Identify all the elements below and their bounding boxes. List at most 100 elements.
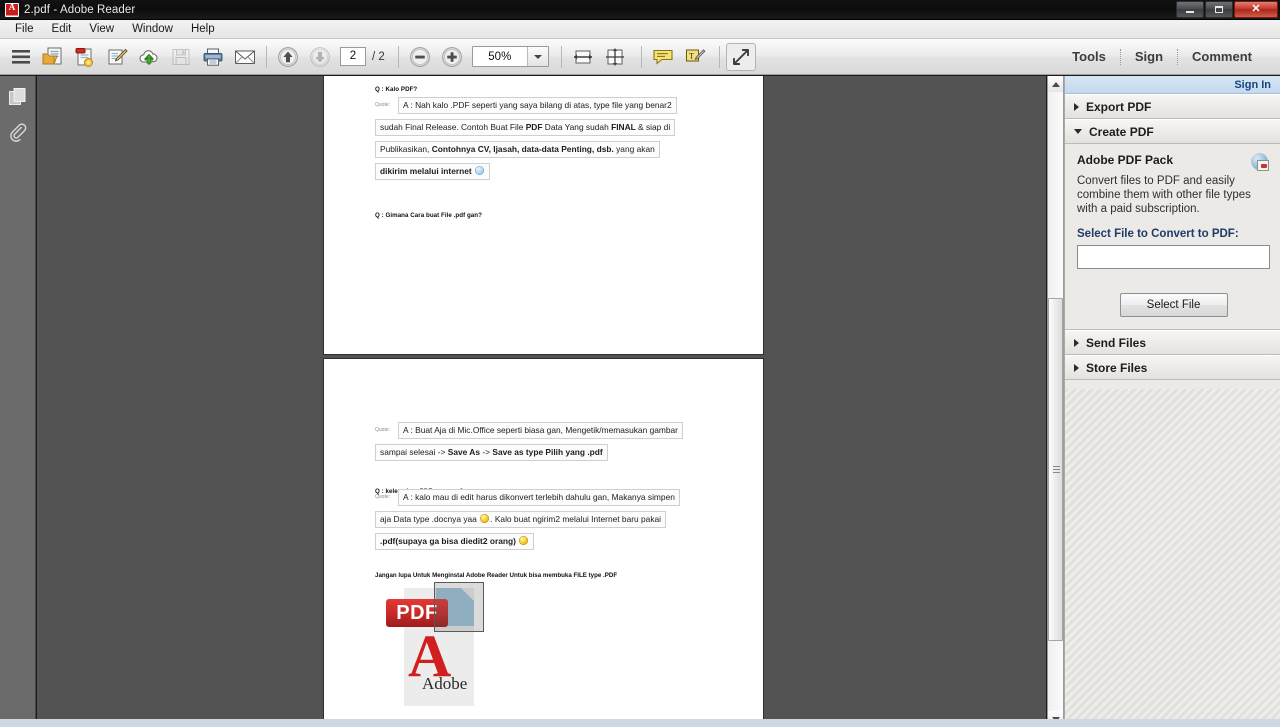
select-file-button[interactable]: Select File	[1119, 293, 1228, 317]
panel-empty-area	[1065, 389, 1280, 727]
accordion-export-pdf[interactable]: Export PDF	[1065, 94, 1280, 119]
page-1-content: Q : Kalo PDF? Quote: A : Nah kalo .PDF s…	[324, 76, 763, 354]
chevron-right-icon	[1074, 102, 1079, 111]
select-file-label: Select File to Convert to PDF:	[1077, 228, 1239, 240]
quote-line-3: Publikasikan, Contohnya CV, Ijasah, data…	[375, 141, 660, 158]
page-number-input[interactable]: 2	[340, 47, 366, 66]
envelope-icon	[235, 50, 255, 64]
arrow-down-circle-icon	[310, 46, 330, 67]
highlight-text-button[interactable]: T	[680, 43, 710, 71]
accordion-export-pdf-label: Export PDF	[1086, 99, 1152, 114]
open-file-button[interactable]	[38, 43, 68, 71]
vertical-scroll-thumb[interactable]	[1048, 298, 1063, 641]
expand-arrows-icon	[732, 48, 749, 65]
minimize-icon	[1186, 11, 1194, 13]
sidebar-toggle-button[interactable]	[6, 43, 36, 71]
document-vertical-scrollbar[interactable]	[1047, 76, 1064, 727]
read-mode-button[interactable]	[725, 42, 756, 71]
minus-circle-icon	[409, 46, 430, 67]
quote-line-5: A : Buat Aja di Mic.Office seperti biasa…	[398, 422, 683, 439]
fit-width-button[interactable]	[568, 43, 598, 71]
adobe-reader-icon	[5, 2, 19, 17]
chevron-down-icon	[1074, 129, 1082, 134]
quote-line-7: A : kalo mau di edit harus dikonvert ter…	[398, 489, 680, 506]
chevron-right-icon-3	[1074, 363, 1079, 372]
accordion-create-pdf-label: Create PDF	[1089, 124, 1154, 139]
next-page-button[interactable]	[305, 43, 335, 71]
fit-page-button[interactable]	[600, 43, 630, 71]
main-toolbar: 2 / 2 50% T Tools Sign Comment	[0, 39, 1280, 75]
quote-line-2: sudah Final Release. Contoh Buat File PD…	[375, 119, 676, 136]
page-thumbnails-button[interactable]	[3, 82, 33, 112]
menu-window[interactable]: Window	[123, 21, 182, 37]
question-heading-1: Q : Kalo PDF?	[375, 86, 418, 93]
minimize-button[interactable]	[1176, 1, 1204, 18]
accordion-create-pdf[interactable]: Create PDF	[1065, 119, 1280, 144]
pdf-pack-title: Adobe PDF Pack	[1077, 153, 1174, 167]
arrow-up-circle-icon	[278, 46, 298, 67]
accordion-send-files-label: Send Files	[1086, 335, 1147, 350]
svg-text:T: T	[689, 52, 694, 61]
tools-right-panel: Sign In Export PDF Create PDF Adobe PDF …	[1064, 76, 1280, 727]
close-icon: ✕	[1251, 3, 1261, 15]
previous-page-button[interactable]	[273, 43, 303, 71]
adobe-pdf-logo-image: A Adobe PDF	[386, 582, 486, 708]
fit-page-icon	[605, 48, 624, 65]
sticky-note-button[interactable]	[648, 43, 678, 71]
sign-button[interactable]: Sign	[1121, 45, 1177, 68]
close-button[interactable]: ✕	[1234, 1, 1278, 18]
toolbar-divider	[266, 45, 267, 68]
menu-help[interactable]: Help	[182, 21, 224, 37]
adobe-wordmark: Adobe	[422, 674, 468, 693]
save-button[interactable]	[166, 43, 196, 71]
document-canvas[interactable]: Q : Kalo PDF? Quote: A : Nah kalo .PDF s…	[37, 76, 1046, 727]
page-total-label: / 2	[372, 50, 385, 63]
sign-in-link[interactable]: Sign In	[1234, 79, 1271, 91]
menu-edit[interactable]: Edit	[43, 21, 81, 37]
quote-line-4: dikirim melalui internet	[375, 163, 491, 180]
scroll-up-button[interactable]	[1048, 76, 1063, 92]
zoom-dropdown-button[interactable]	[526, 47, 548, 66]
comment-bubble-icon	[653, 49, 673, 65]
email-button[interactable]	[230, 43, 260, 71]
printer-icon	[203, 48, 223, 66]
fit-width-icon	[573, 50, 592, 63]
create-pdf-button[interactable]	[70, 43, 100, 71]
menu-view[interactable]: View	[80, 21, 123, 37]
pdf-pack-globe-icon	[1251, 153, 1269, 171]
create-pdf-panel-body: Adobe PDF Pack Convert files to PDF and …	[1065, 144, 1280, 330]
sign-in-bar[interactable]: Sign In	[1065, 76, 1280, 94]
accordion-send-files[interactable]: Send Files	[1065, 330, 1280, 355]
pdf-tag-label: PDF	[396, 601, 438, 624]
print-button[interactable]	[198, 43, 228, 71]
zoom-in-button[interactable]	[437, 43, 467, 71]
window-title: 2.pdf - Adobe Reader	[24, 3, 136, 16]
upload-cloud-button[interactable]	[134, 43, 164, 71]
toolbar-divider-5	[718, 45, 720, 68]
cloud-upload-icon	[139, 49, 158, 65]
smiley-emoticon-1	[480, 514, 490, 523]
zoom-level-combobox[interactable]: 50%	[471, 46, 549, 67]
menu-file[interactable]: File	[6, 21, 43, 37]
quote-line-1: A : Nah kalo .PDF seperti yang saya bila…	[398, 97, 677, 114]
quote-line-9: .pdf(supaya ga bisa diedit2 orang)	[375, 533, 535, 550]
navigation-pane-strip	[0, 76, 36, 727]
sign-document-button[interactable]	[102, 43, 132, 71]
attachments-button[interactable]	[3, 118, 33, 148]
select-file-input[interactable]	[1077, 245, 1270, 269]
smiley-emoticon-blue	[475, 166, 485, 175]
maximize-button[interactable]	[1205, 1, 1233, 18]
accordion-store-files-label: Store Files	[1086, 360, 1148, 375]
accordion-store-files[interactable]: Store Files	[1065, 355, 1280, 380]
zoom-out-button[interactable]	[405, 43, 435, 71]
smiley-emoticon-2	[519, 536, 529, 545]
selection-rectangle[interactable]	[434, 582, 484, 632]
quote-label-2: Quote:	[375, 427, 391, 433]
zoom-level-value[interactable]: 50%	[473, 51, 527, 63]
paperclip-icon	[9, 123, 26, 142]
chevron-right-icon-2	[1074, 338, 1079, 347]
plus-circle-icon	[441, 46, 462, 67]
restore-icon	[1215, 6, 1223, 13]
comment-button[interactable]: Comment	[1178, 45, 1266, 68]
tools-button[interactable]: Tools	[1058, 45, 1120, 68]
